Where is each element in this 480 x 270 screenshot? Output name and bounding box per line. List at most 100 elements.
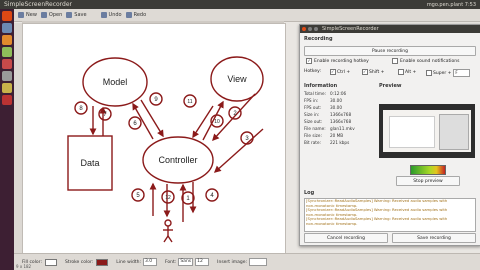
- pause-recording-button[interactable]: Pause recording: [304, 46, 476, 56]
- info-row-bit-rate: Bit rate: 221 kbps: [304, 140, 349, 145]
- info-key: Size in:: [304, 112, 320, 117]
- num-9: 9: [154, 97, 158, 103]
- save-button[interactable]: Save: [66, 12, 87, 18]
- shift-checkbox[interactable]: ✓ Shift +: [362, 69, 384, 75]
- font-control[interactable]: Font: Sans 12: [165, 258, 210, 266]
- info-key: File size:: [304, 133, 322, 138]
- undo-label: Undo: [108, 12, 122, 18]
- font-field[interactable]: Sans: [178, 258, 194, 266]
- recorder-icon[interactable]: [2, 95, 12, 105]
- maximize-icon[interactable]: [314, 27, 318, 31]
- preview-canvas-thumb: [389, 116, 435, 148]
- recording-heading: Recording: [304, 36, 333, 42]
- info-value: 0:12:06: [330, 91, 347, 96]
- hotkey-label: Hotkey:: [304, 69, 321, 74]
- checkbox-box: ✓: [306, 58, 312, 64]
- insert-image-control[interactable]: Insert image:: [217, 258, 268, 266]
- cancel-recording-button[interactable]: Cancel recording: [304, 233, 388, 243]
- info-value: 30.00: [330, 98, 342, 103]
- preview-pane: [379, 104, 475, 158]
- ctrl-label: Ctrl +: [337, 69, 351, 75]
- information-heading: Information: [304, 83, 338, 89]
- stroke-color-control[interactable]: Stroke color:: [64, 258, 109, 266]
- num-4: 4: [210, 193, 214, 199]
- info-row-total-time: Total time: 0:12:06: [304, 91, 346, 96]
- mvc-diagram: Model View Data Controller 8 7 6 9 10 11…: [67, 56, 264, 243]
- preview-thumbnail: [383, 110, 471, 152]
- drawing-app-icon[interactable]: [2, 83, 12, 93]
- info-row-fps-out: FPS out: 30.00: [304, 105, 342, 110]
- view-label: View: [227, 74, 247, 84]
- save-label: Save: [74, 12, 87, 18]
- audio-level-meter: [410, 165, 446, 175]
- super-checkbox[interactable]: Super + F: [426, 69, 471, 77]
- info-row-file-name: File name: glan11.mkv: [304, 126, 355, 131]
- recorder-title: SimpleScreenRecorder: [322, 26, 379, 32]
- redo-icon: [125, 12, 132, 18]
- hotkey-key-select[interactable]: F: [453, 69, 471, 77]
- drawing-app-window: New Open Save Undo Redo Model View Data …: [14, 9, 480, 270]
- info-row-file-size: File size: 20 MB: [304, 133, 343, 138]
- stroke-color-swatch[interactable]: [96, 258, 109, 266]
- log-output[interactable]: [Synchronizer::ReadAudioSamples] Warning…: [304, 198, 476, 232]
- num-7: 7: [103, 112, 107, 118]
- software-center-icon[interactable]: [2, 59, 12, 69]
- alt-checkbox[interactable]: Alt +: [398, 69, 416, 75]
- font-size-field[interactable]: 12: [195, 258, 210, 266]
- info-key: Bit rate:: [304, 140, 321, 145]
- properties-bar: Fill color: Stroke color: Line width: 3.0…: [14, 253, 480, 270]
- arrow-11[interactable]: [192, 105, 214, 139]
- redo-button[interactable]: Redo: [125, 12, 147, 18]
- enable-sound-label: Enable sound notifications: [400, 58, 460, 64]
- user-leg-left: [163, 235, 169, 243]
- enable-hotkey-checkbox[interactable]: ✓ Enable recording hotkey: [306, 58, 369, 64]
- info-key: File name:: [304, 126, 326, 131]
- fill-color-swatch[interactable]: [44, 258, 57, 266]
- new-button[interactable]: New: [18, 12, 37, 18]
- info-row-size-out: Size out: 1366x768: [304, 119, 351, 124]
- super-label: Super +: [433, 70, 452, 76]
- save-recording-button[interactable]: Save recording: [392, 233, 476, 243]
- info-key: FPS in:: [304, 98, 319, 103]
- undo-button[interactable]: Undo: [100, 12, 122, 18]
- line-width-field[interactable]: 3.0: [143, 258, 157, 266]
- line-width-label: Line width:: [116, 259, 141, 265]
- line-width-control[interactable]: Line width: 3.0: [116, 258, 157, 266]
- open-button[interactable]: Open: [40, 12, 62, 18]
- undo-icon: [100, 12, 107, 18]
- drawing-canvas[interactable]: Model View Data Controller 8 7 6 9 10 11…: [22, 23, 286, 257]
- insert-image-field[interactable]: [249, 258, 268, 266]
- stroke-color-label: Stroke color:: [64, 259, 94, 265]
- files-icon[interactable]: [2, 23, 12, 33]
- info-row-fps-in: FPS in: 30.00: [304, 98, 342, 103]
- ctrl-checkbox[interactable]: ✓ Ctrl +: [330, 69, 350, 75]
- firefox-icon[interactable]: [2, 35, 12, 45]
- num-6: 6: [133, 121, 137, 127]
- open-icon: [40, 12, 47, 18]
- enable-sound-checkbox[interactable]: Enable sound notifications: [392, 58, 460, 64]
- info-row-size-in: Size in: 1366x768: [304, 112, 351, 117]
- redo-label: Redo: [133, 12, 147, 18]
- shift-label: Shift +: [369, 69, 385, 75]
- arrow-3[interactable]: [213, 128, 264, 173]
- system-tray[interactable]: mgo.pen.plant 7:53: [427, 2, 476, 8]
- office-icon[interactable]: [2, 47, 12, 57]
- settings-icon[interactable]: [2, 71, 12, 81]
- insert-image-label: Insert image:: [217, 259, 248, 265]
- info-value: 20 MB: [330, 133, 344, 138]
- arrow-9[interactable]: [140, 99, 164, 138]
- model-label: Model: [103, 77, 128, 87]
- close-icon[interactable]: [302, 27, 306, 31]
- controller-label: Controller: [158, 155, 197, 165]
- arrow-10[interactable]: [202, 100, 224, 141]
- info-value: 30.00: [330, 105, 342, 110]
- stop-preview-button[interactable]: Stop preview: [396, 176, 460, 186]
- num-5: 5: [136, 193, 140, 199]
- dash-icon[interactable]: [2, 11, 12, 21]
- log-heading: Log: [304, 190, 315, 196]
- checkbox-box: [392, 58, 398, 64]
- minimize-icon[interactable]: [308, 27, 312, 31]
- left-ruler: [14, 23, 22, 255]
- alt-label: Alt +: [405, 69, 417, 75]
- num-11: 11: [187, 99, 192, 105]
